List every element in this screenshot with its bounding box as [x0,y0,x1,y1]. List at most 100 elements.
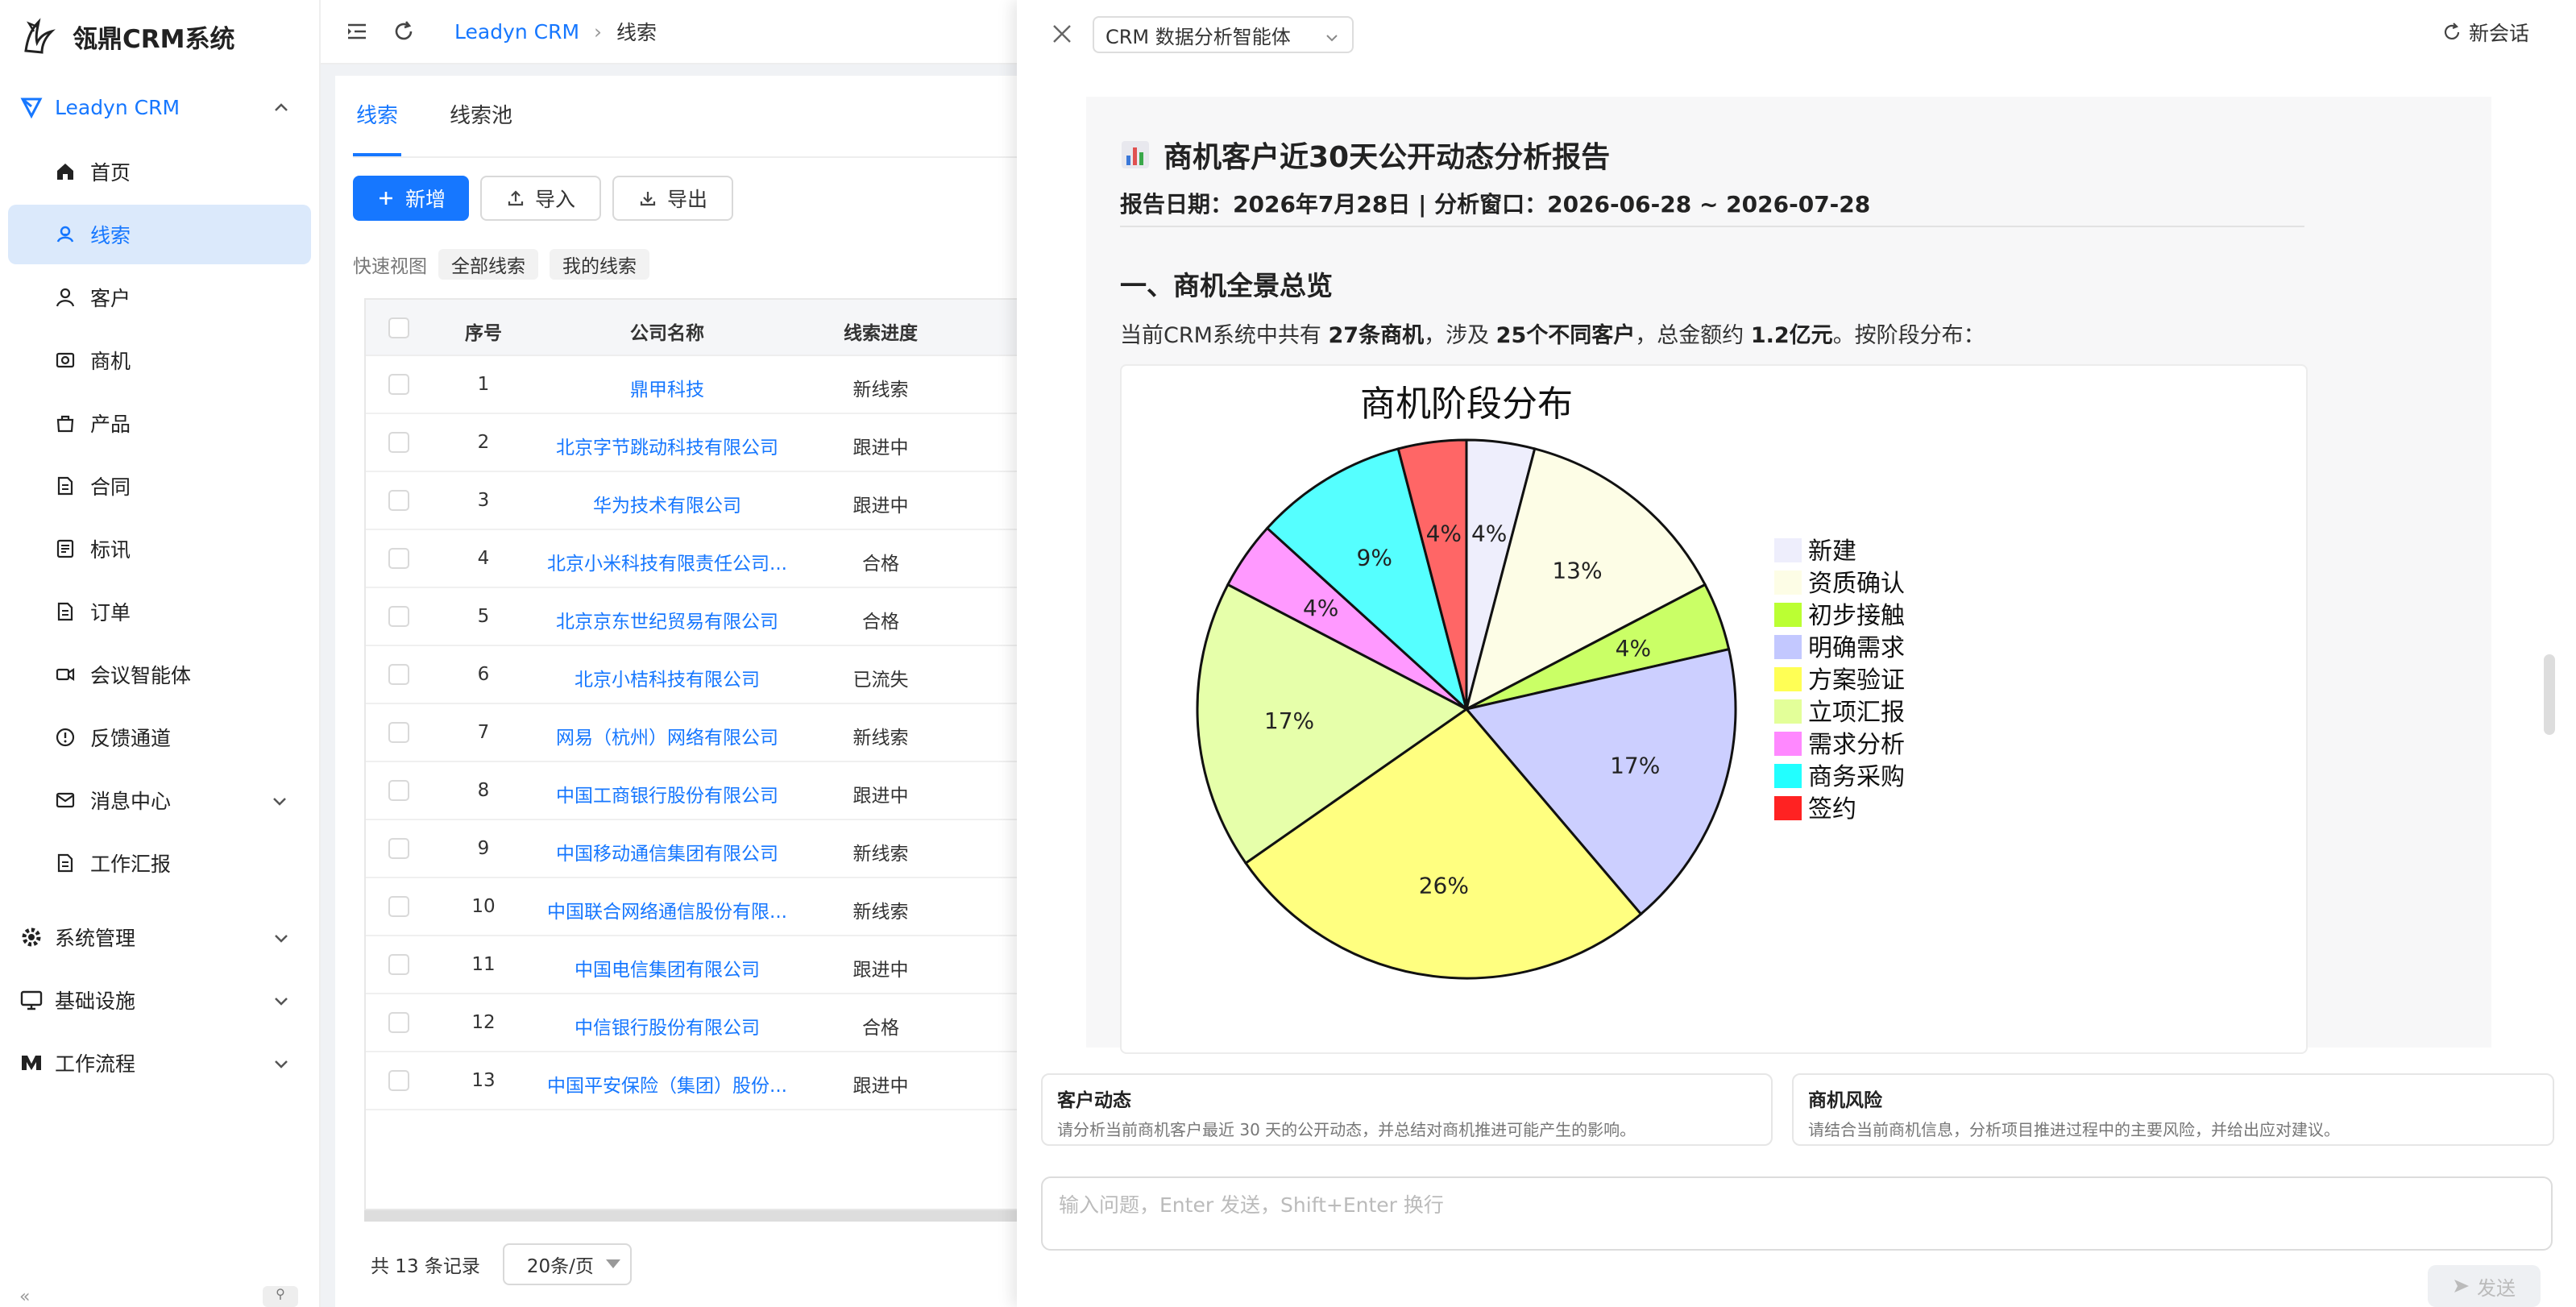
sidebar-item-work-report[interactable]: 工作汇报 [8,833,311,893]
sidebar-group-workflow[interactable]: 工作流程 [0,1036,321,1089]
legend-label: 明确需求 [1808,634,1905,662]
brand[interactable]: 瓴鼎CRM系统 [18,8,234,64]
row-checkbox[interactable] [388,954,409,975]
pagination: 共 13 条记录 20条/页 [371,1243,632,1286]
sidebar-item-products[interactable]: 产品 [8,393,311,453]
bid-icon [55,538,76,559]
sidebar-group-crm[interactable]: Leadyn CRM [0,81,321,134]
sidebar-item-label: 订单 [90,601,131,624]
sidebar-group-infrastructure[interactable]: 基础设施 [0,973,321,1027]
row-checkbox[interactable] [388,780,409,801]
sidebar-item-contracts[interactable]: 合同 [8,456,311,516]
collapse-sidebar-icon[interactable]: « [19,1287,30,1307]
row-status: 新线索 [852,380,909,400]
sidebar-item-label: 标讯 [90,538,131,562]
sidebar-group-system[interactable]: 系统管理 [0,911,321,964]
export-button[interactable]: 导出 [612,176,733,221]
pie-slice-label: 4% [1303,595,1338,621]
caret-down-icon [605,1259,620,1268]
pie-slice-label: 17% [1264,707,1314,734]
chevron-down-icon [272,928,290,946]
select-all-checkbox[interactable] [388,317,409,338]
breadcrumb-current: 线索 [616,21,657,44]
row-company-link[interactable]: 北京小米科技有限责任公司... [538,548,796,575]
header-status: 线索进度 [844,323,918,344]
quick-view-all-leads[interactable]: 全部线索 [438,249,538,280]
add-button[interactable]: 新增 [353,176,469,221]
header-no: 序号 [465,323,502,344]
row-company-link[interactable]: 北京小桔科技有限公司 [538,664,796,691]
row-company-link[interactable]: 中国工商银行股份有限公司 [538,780,796,807]
sidebar-item-label: 消息中心 [90,790,172,813]
row-checkbox[interactable] [388,1012,409,1033]
chart-title: 商机阶段分布 [1360,384,1573,425]
pie-slice-label: 4% [1426,520,1462,546]
agent-select[interactable]: CRM 数据分析智能体 [1093,16,1354,53]
leads-icon [55,224,76,245]
send-button[interactable]: 发送 [2428,1265,2541,1307]
row-company-link[interactable]: 鼎甲科技 [538,374,796,401]
import-button-label: 导入 [534,188,575,211]
meeting-icon [55,664,76,685]
row-checkbox[interactable] [388,548,409,569]
row-no: 5 [477,606,490,627]
row-company-link[interactable]: 中信银行股份有限公司 [538,1012,796,1039]
sidebar-item-customers[interactable]: 客户 [8,268,311,327]
row-no: 2 [477,432,490,453]
row-checkbox[interactable] [388,490,409,511]
row-company-link[interactable]: 北京京东世纪贸易有限公司 [538,606,796,633]
row-company-link[interactable]: 中国移动通信集团有限公司 [538,838,796,865]
row-company-link[interactable]: 网易（杭州）网络有限公司 [538,722,796,749]
row-status: 新线索 [852,728,909,749]
row-checkbox[interactable] [388,374,409,395]
quick-view-my-leads[interactable]: 我的线索 [550,249,649,280]
summary-text: 当前CRM系统中共有 27条商机，涉及 25个不同客户，总金额约 1.2亿元。按… [1120,317,1985,349]
row-checkbox[interactable] [388,722,409,743]
row-checkbox[interactable] [388,432,409,453]
sidebar-item-feedback[interactable]: 反馈通道 [8,707,311,767]
refresh-icon[interactable] [392,19,416,44]
row-no: 9 [477,838,490,859]
breadcrumb-root[interactable]: Leadyn CRM [454,20,579,44]
row-checkbox[interactable] [388,664,409,685]
pie-slice-label: 4% [1616,635,1651,662]
mail-icon [55,790,76,811]
pin-icon[interactable]: ⚲ [263,1286,298,1307]
summary-amount: 1.2亿元 [1750,323,1833,348]
chat-input[interactable]: 输入问题，Enter 发送，Shift+Enter 换行 [1041,1176,2553,1251]
close-icon[interactable] [1049,21,1075,47]
sidebar-item-leads[interactable]: 线索 [8,205,311,264]
sidebar-item-orders[interactable]: 订单 [8,582,311,641]
sidebar-item-meeting-agent[interactable]: 会议智能体 [8,645,311,704]
new-chat-button[interactable]: 新会话 [2441,18,2529,47]
upload-icon [506,189,525,208]
drawer-scrollbar[interactable] [2544,654,2555,735]
summary-customers: 25个不同客户 [1495,323,1636,348]
sidebar-footer: « ⚲ [0,1283,319,1307]
row-checkbox[interactable] [388,838,409,859]
row-company-link[interactable]: 中国电信集团有限公司 [538,954,796,981]
suggestion-customer-dynamics[interactable]: 客户动态 请分析当前商机客户最近 30 天的公开动态，并总结对商机推进可能产生的… [1041,1073,1773,1146]
row-company-link[interactable]: 北京字节跳动科技有限公司 [538,432,796,459]
summary-post: 。按阶段分布： [1832,323,1985,348]
suggestion-opportunity-risk[interactable]: 商机风险 请结合当前商机信息，分析项目推进过程中的主要风险，并给出应对建议。 [1792,1073,2554,1146]
row-checkbox[interactable] [388,606,409,627]
row-company-link[interactable]: 中国联合网络通信股份有限... [538,896,796,923]
home-icon [55,161,76,182]
contract-icon [55,475,76,496]
sidebar-item-bids[interactable]: 标讯 [8,519,311,579]
tab-leads[interactable]: 线索 [353,76,402,156]
legend-swatch [1774,764,1802,788]
sidebar-item-home[interactable]: 首页 [8,142,311,201]
tab-lead-pool[interactable]: 线索池 [446,76,516,156]
page-size-select[interactable]: 20条/页 [502,1243,632,1285]
row-checkbox[interactable] [388,896,409,917]
sidebar-item-messages[interactable]: 消息中心 [8,770,311,830]
row-company-link[interactable]: 华为技术有限公司 [538,490,796,517]
row-checkbox[interactable] [388,1070,409,1091]
row-company-link[interactable]: 中国平安保险（集团）股份... [538,1070,796,1097]
import-button[interactable]: 导入 [480,176,601,221]
menu-fold-icon[interactable] [345,19,369,44]
chevron-down-icon [271,791,288,809]
sidebar-item-opportunities[interactable]: 商机 [8,330,311,390]
